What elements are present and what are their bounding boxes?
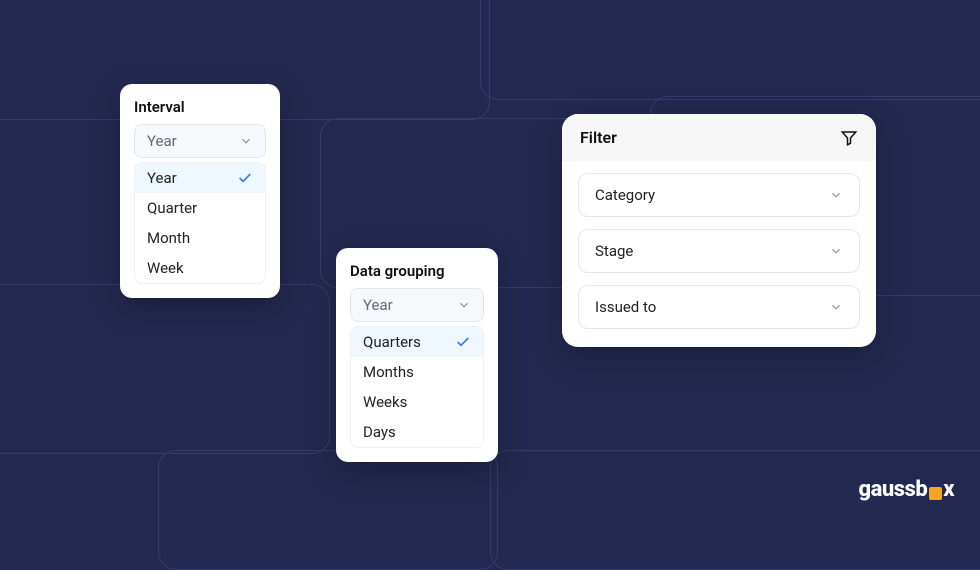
chevron-down-icon <box>829 188 843 202</box>
brand-accent-icon <box>929 487 942 500</box>
grouping-option-weeks[interactable]: Weeks <box>351 387 483 417</box>
filter-row-label: Stage <box>595 242 633 260</box>
chevron-down-icon <box>239 134 253 148</box>
interval-select[interactable]: Year <box>134 124 266 158</box>
filter-body: Category Stage Issued to <box>562 161 876 347</box>
chevron-down-icon <box>457 298 471 312</box>
interval-title: Interval <box>134 98 266 116</box>
filter-icon[interactable] <box>840 129 858 147</box>
interval-option-month[interactable]: Month <box>135 223 265 253</box>
interval-options: Year Quarter Month Week <box>134 162 266 284</box>
option-label: Weeks <box>363 393 407 411</box>
grouping-option-quarters[interactable]: Quarters <box>351 327 483 357</box>
interval-option-year[interactable]: Year <box>135 163 265 193</box>
grouping-option-days[interactable]: Days <box>351 417 483 447</box>
interval-option-week[interactable]: Week <box>135 253 265 283</box>
option-label: Month <box>147 229 190 247</box>
option-label: Quarters <box>363 333 421 351</box>
brand-text-post: x <box>943 477 954 502</box>
filter-panel: Filter Category Stage Issued to <box>562 114 876 347</box>
option-label: Days <box>363 423 396 441</box>
filter-title: Filter <box>580 128 617 147</box>
option-label: Months <box>363 363 414 381</box>
check-icon <box>237 170 253 186</box>
interval-option-quarter[interactable]: Quarter <box>135 193 265 223</box>
check-icon <box>455 334 471 350</box>
grouping-options: Quarters Months Weeks Days <box>350 326 484 448</box>
filter-row-label: Issued to <box>595 298 656 316</box>
chevron-down-icon <box>829 244 843 258</box>
bg-decoration <box>158 450 498 570</box>
filter-header: Filter <box>562 114 876 161</box>
filter-row-category[interactable]: Category <box>578 173 860 217</box>
chevron-down-icon <box>829 300 843 314</box>
option-label: Year <box>147 169 177 187</box>
brand-logo: gaussb x <box>859 477 954 502</box>
filter-row-label: Category <box>595 186 655 204</box>
filter-row-stage[interactable]: Stage <box>578 229 860 273</box>
interval-card: Interval Year Year Quarter Month Week <box>120 84 280 298</box>
grouping-title: Data grouping <box>350 262 484 280</box>
bg-decoration <box>0 284 330 454</box>
grouping-card: Data grouping Year Quarters Months Weeks… <box>336 248 498 462</box>
bg-decoration <box>480 0 980 100</box>
interval-selected-value: Year <box>147 132 177 150</box>
bg-decoration <box>490 450 980 570</box>
brand-text-pre: gaussb <box>859 477 928 502</box>
filter-row-issued-to[interactable]: Issued to <box>578 285 860 329</box>
option-label: Week <box>147 259 184 277</box>
grouping-select[interactable]: Year <box>350 288 484 322</box>
grouping-selected-value: Year <box>363 296 393 314</box>
option-label: Quarter <box>147 199 197 217</box>
grouping-option-months[interactable]: Months <box>351 357 483 387</box>
